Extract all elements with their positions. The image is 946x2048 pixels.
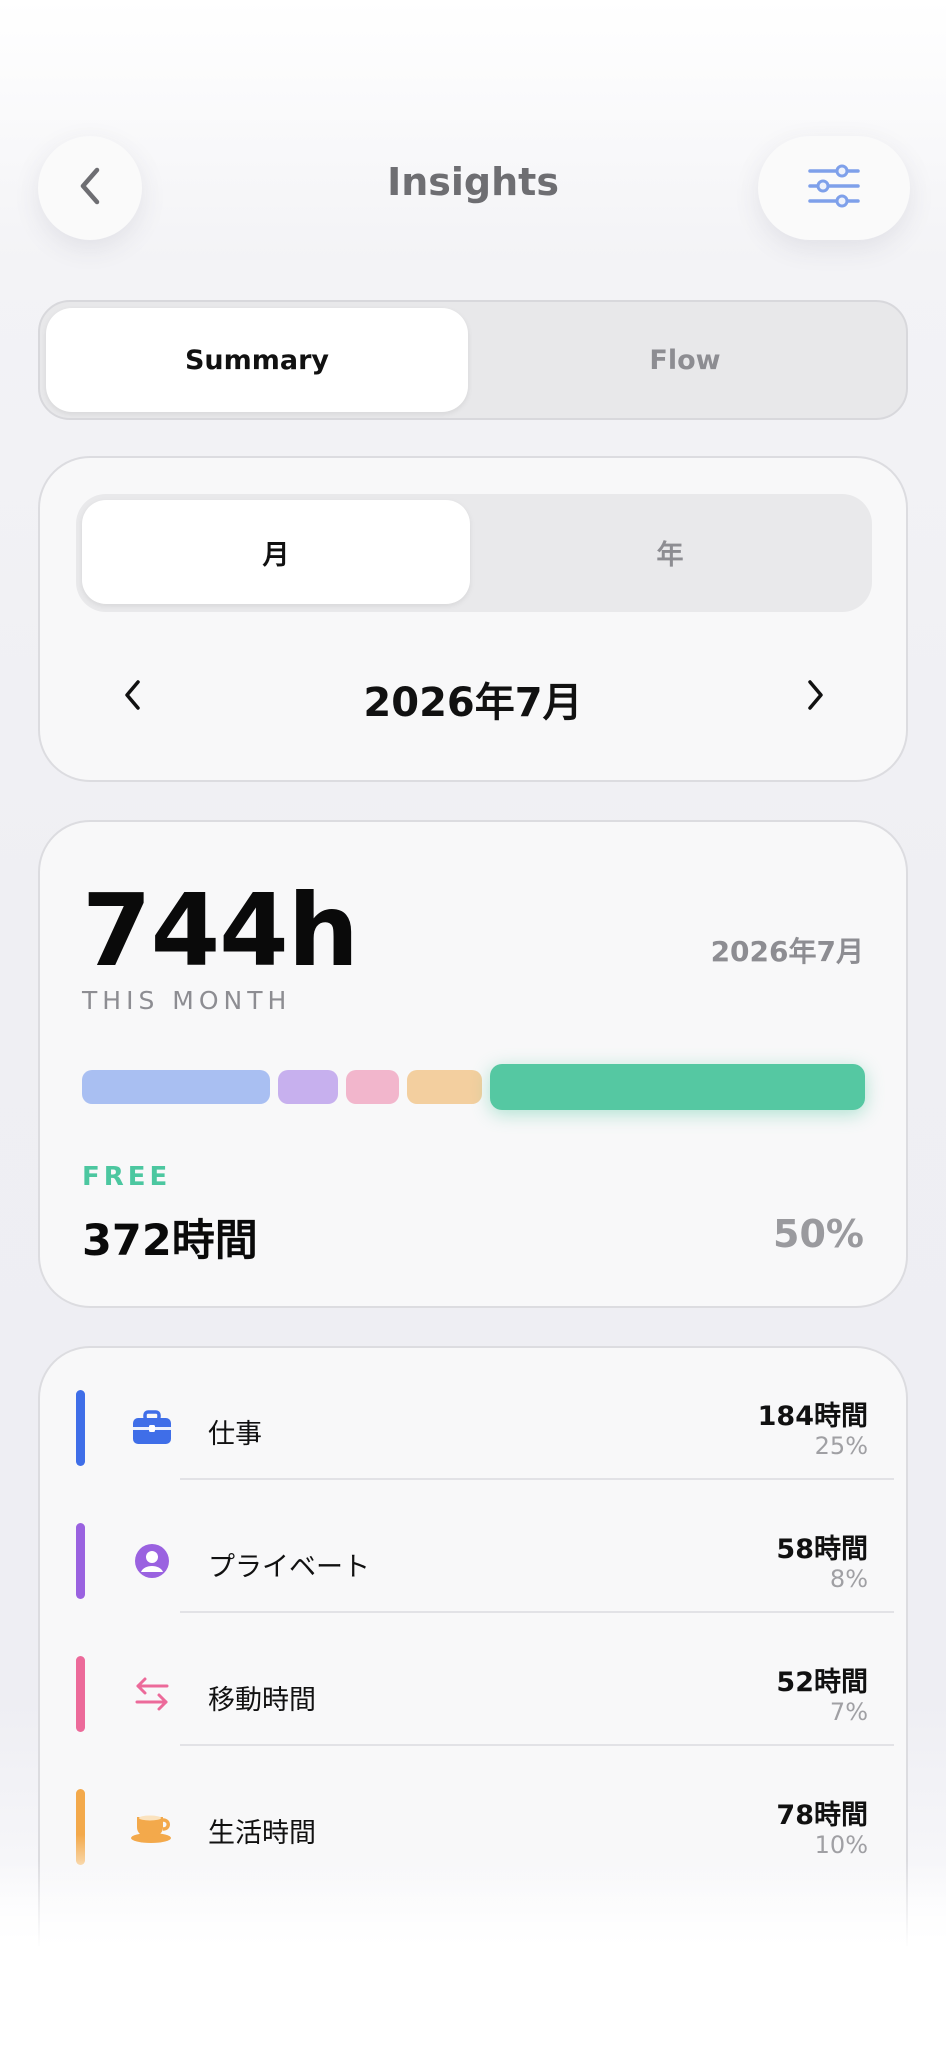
category-hours: 52時間 [776,1667,868,1698]
usage-bar-segment [490,1064,865,1110]
swap-arrows-icon [124,1666,180,1722]
usage-bar-segment [82,1070,270,1104]
usage-bar-segment [407,1070,482,1104]
total-hours: 744h [82,872,359,989]
tab-summary[interactable]: Summary [46,308,468,412]
category-list-card: 仕事 184時間 25% プライベート 58時間 8% 移動時間 52時間 7%… [38,1346,908,1946]
category-row-travel[interactable]: 移動時間 52時間 7% [40,1614,906,1746]
chevron-right-icon [805,678,825,716]
free-hours: 372時間 [82,1216,258,1266]
divider [180,1478,894,1480]
category-percent: 8% [829,1565,868,1593]
tab-year-label: 年 [656,539,684,571]
category-accent [76,1523,85,1599]
person-icon [124,1533,180,1589]
free-percent: 50% [773,1212,864,1256]
tab-flow[interactable]: Flow [472,308,898,412]
category-hours: 58時間 [776,1534,868,1565]
usage-bar-segment [346,1070,399,1104]
category-row-work[interactable]: 仕事 184時間 25% [40,1348,906,1480]
category-percent: 25% [814,1432,868,1460]
summary-period-label: 2026年7月 [710,935,864,968]
tab-month-label: 月 [262,539,290,571]
view-segmented-control: Summary Flow [38,300,908,420]
tab-summary-label: Summary [184,344,330,376]
divider [180,1744,894,1746]
category-accent [76,1390,85,1466]
period-segmented-control: 月 年 [76,494,872,612]
tab-year[interactable]: 年 [474,500,866,604]
summary-card: 744h 2026年7月 THIS MONTH FREE 372時間 50% [38,820,908,1308]
category-name: 生活時間 [208,1818,316,1849]
category-accent [76,1789,85,1865]
filter-button[interactable] [758,136,910,240]
chevron-left-icon [75,164,105,212]
usage-bar-segment [278,1070,338,1104]
period-card: 月 年 2026年7月 [38,456,908,782]
back-button[interactable] [38,136,142,240]
category-name: 仕事 [208,1419,262,1450]
category-name: プライベート [208,1552,370,1583]
category-name: 移動時間 [208,1685,316,1716]
bottom-fade [0,1860,946,2048]
tab-month[interactable]: 月 [82,500,470,604]
coffee-cup-icon [124,1799,180,1855]
category-hours: 184時間 [757,1401,868,1432]
briefcase-icon [124,1400,180,1456]
category-hours: 78時間 [776,1800,868,1831]
tab-flow-label: Flow [649,344,721,376]
category-row-private[interactable]: プライベート 58時間 8% [40,1481,906,1613]
category-percent: 10% [814,1831,868,1859]
page-title: Insights [387,160,559,204]
free-label: FREE [82,1162,172,1192]
this-month-caption: THIS MONTH [82,986,292,1015]
sliders-icon [807,164,861,212]
category-accent [76,1656,85,1732]
divider [180,1611,894,1613]
current-period-label: 2026年7月 [363,680,583,726]
category-percent: 7% [829,1698,868,1726]
next-period-button[interactable] [790,672,840,722]
